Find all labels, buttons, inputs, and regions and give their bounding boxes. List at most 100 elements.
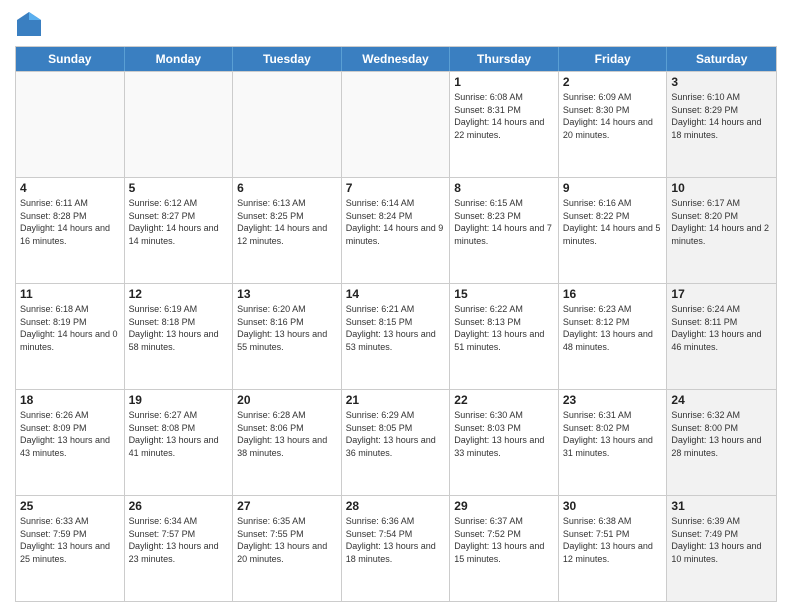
- day-number: 20: [237, 393, 337, 407]
- cal-header-tuesday: Tuesday: [233, 47, 342, 71]
- day-number: 21: [346, 393, 446, 407]
- cal-cell-empty-0-1: [125, 72, 234, 177]
- cal-cell-23: 23 Sunrise: 6:31 AMSunset: 8:02 PMDayligh…: [559, 390, 668, 495]
- day-number: 25: [20, 499, 120, 513]
- day-number: 9: [563, 181, 663, 195]
- cal-cell-1: 1 Sunrise: 6:08 AMSunset: 8:31 PMDaylight…: [450, 72, 559, 177]
- day-info: Sunrise: 6:20 AMSunset: 8:16 PMDaylight:…: [237, 303, 337, 353]
- day-info: Sunrise: 6:36 AMSunset: 7:54 PMDaylight:…: [346, 515, 446, 565]
- cal-row-1: 4 Sunrise: 6:11 AMSunset: 8:28 PMDaylight…: [16, 177, 776, 283]
- day-info: Sunrise: 6:29 AMSunset: 8:05 PMDaylight:…: [346, 409, 446, 459]
- day-number: 23: [563, 393, 663, 407]
- day-info: Sunrise: 6:17 AMSunset: 8:20 PMDaylight:…: [671, 197, 772, 247]
- calendar: SundayMondayTuesdayWednesdayThursdayFrid…: [15, 46, 777, 602]
- day-info: Sunrise: 6:27 AMSunset: 8:08 PMDaylight:…: [129, 409, 229, 459]
- day-number: 27: [237, 499, 337, 513]
- cal-cell-7: 7 Sunrise: 6:14 AMSunset: 8:24 PMDaylight…: [342, 178, 451, 283]
- cal-cell-4: 4 Sunrise: 6:11 AMSunset: 8:28 PMDaylight…: [16, 178, 125, 283]
- cal-cell-26: 26Sunrise: 6:34 AMSunset: 7:57 PMDayligh…: [125, 496, 234, 601]
- day-number: 31: [671, 499, 772, 513]
- day-info: Sunrise: 6:08 AMSunset: 8:31 PMDaylight:…: [454, 91, 554, 141]
- day-info: Sunrise: 6:12 AMSunset: 8:27 PMDaylight:…: [129, 197, 229, 247]
- day-info: Sunrise: 6:31 AMSunset: 8:02 PMDaylight:…: [563, 409, 663, 459]
- cal-cell-2: 2 Sunrise: 6:09 AMSunset: 8:30 PMDaylight…: [559, 72, 668, 177]
- day-number: 15: [454, 287, 554, 301]
- logo: [15, 10, 47, 38]
- cal-cell-3: 3Sunrise: 6:10 AMSunset: 8:29 PMDaylight…: [667, 72, 776, 177]
- day-info: Sunrise: 6:16 AMSunset: 8:22 PMDaylight:…: [563, 197, 663, 247]
- day-info: Sunrise: 6:19 AMSunset: 8:18 PMDaylight:…: [129, 303, 229, 353]
- cal-cell-29: 29 Sunrise: 6:37 AMSunset: 7:52 PMDayligh…: [450, 496, 559, 601]
- day-info: Sunrise: 6:35 AMSunset: 7:55 PMDaylight:…: [237, 515, 337, 565]
- cal-cell-20: 20Sunrise: 6:28 AMSunset: 8:06 PMDayligh…: [233, 390, 342, 495]
- day-number: 6: [237, 181, 337, 195]
- cal-cell-27: 27 Sunrise: 6:35 AMSunset: 7:55 PMDayligh…: [233, 496, 342, 601]
- day-number: 5: [129, 181, 229, 195]
- cal-cell-21: 21 Sunrise: 6:29 AMSunset: 8:05 PMDayligh…: [342, 390, 451, 495]
- day-number: 1: [454, 75, 554, 89]
- day-info: Sunrise: 6:24 AMSunset: 8:11 PMDaylight:…: [671, 303, 772, 353]
- calendar-header: SundayMondayTuesdayWednesdayThursdayFrid…: [16, 47, 776, 71]
- day-info: Sunrise: 6:13 AMSunset: 8:25 PMDaylight:…: [237, 197, 337, 247]
- logo-icon: [15, 10, 43, 38]
- cal-cell-30: 30 Sunrise: 6:38 AMSunset: 7:51 PMDayligh…: [559, 496, 668, 601]
- day-info: Sunrise: 6:39 AMSunset: 7:49 PMDaylight:…: [671, 515, 772, 565]
- day-number: 7: [346, 181, 446, 195]
- cal-row-3: 18Sunrise: 6:26 AMSunset: 8:09 PMDayligh…: [16, 389, 776, 495]
- page: SundayMondayTuesdayWednesdayThursdayFrid…: [0, 0, 792, 612]
- cal-header-wednesday: Wednesday: [342, 47, 451, 71]
- cal-cell-empty-0-0: [16, 72, 125, 177]
- cal-cell-8: 8Sunrise: 6:15 AMSunset: 8:23 PMDaylight…: [450, 178, 559, 283]
- day-number: 13: [237, 287, 337, 301]
- cal-cell-24: 24 Sunrise: 6:32 AMSunset: 8:00 PMDayligh…: [667, 390, 776, 495]
- calendar-body: 1 Sunrise: 6:08 AMSunset: 8:31 PMDaylight…: [16, 71, 776, 601]
- day-number: 30: [563, 499, 663, 513]
- day-info: Sunrise: 6:32 AMSunset: 8:00 PMDaylight:…: [671, 409, 772, 459]
- cal-cell-5: 5 Sunrise: 6:12 AMSunset: 8:27 PMDaylight…: [125, 178, 234, 283]
- day-info: Sunrise: 6:14 AMSunset: 8:24 PMDaylight:…: [346, 197, 446, 247]
- day-info: Sunrise: 6:11 AMSunset: 8:28 PMDaylight:…: [20, 197, 120, 247]
- cal-cell-16: 16 Sunrise: 6:23 AMSunset: 8:12 PMDayligh…: [559, 284, 668, 389]
- cal-cell-9: 9 Sunrise: 6:16 AMSunset: 8:22 PMDaylight…: [559, 178, 668, 283]
- cal-cell-6: 6 Sunrise: 6:13 AMSunset: 8:25 PMDaylight…: [233, 178, 342, 283]
- cal-cell-22: 22Sunrise: 6:30 AMSunset: 8:03 PMDayligh…: [450, 390, 559, 495]
- cal-cell-14: 14 Sunrise: 6:21 AMSunset: 8:15 PMDayligh…: [342, 284, 451, 389]
- day-info: Sunrise: 6:33 AMSunset: 7:59 PMDaylight:…: [20, 515, 120, 565]
- cal-row-0: 1 Sunrise: 6:08 AMSunset: 8:31 PMDaylight…: [16, 71, 776, 177]
- cal-cell-11: 11Sunrise: 6:18 AMSunset: 8:19 PMDayligh…: [16, 284, 125, 389]
- cal-cell-17: 17 Sunrise: 6:24 AMSunset: 8:11 PMDayligh…: [667, 284, 776, 389]
- day-number: 24: [671, 393, 772, 407]
- day-info: Sunrise: 6:38 AMSunset: 7:51 PMDaylight:…: [563, 515, 663, 565]
- day-number: 17: [671, 287, 772, 301]
- day-number: 10: [671, 181, 772, 195]
- header: [15, 10, 777, 38]
- cal-cell-empty-0-2: [233, 72, 342, 177]
- cal-cell-12: 12 Sunrise: 6:19 AMSunset: 8:18 PMDayligh…: [125, 284, 234, 389]
- cal-header-saturday: Saturday: [667, 47, 776, 71]
- day-number: 4: [20, 181, 120, 195]
- day-number: 16: [563, 287, 663, 301]
- cal-cell-31: 31 Sunrise: 6:39 AMSunset: 7:49 PMDayligh…: [667, 496, 776, 601]
- day-info: Sunrise: 6:22 AMSunset: 8:13 PMDaylight:…: [454, 303, 554, 353]
- day-number: 29: [454, 499, 554, 513]
- day-info: Sunrise: 6:26 AMSunset: 8:09 PMDaylight:…: [20, 409, 120, 459]
- day-number: 2: [563, 75, 663, 89]
- day-number: 8: [454, 181, 554, 195]
- day-number: 3: [671, 75, 772, 89]
- day-number: 12: [129, 287, 229, 301]
- day-info: Sunrise: 6:37 AMSunset: 7:52 PMDaylight:…: [454, 515, 554, 565]
- day-number: 26: [129, 499, 229, 513]
- day-info: Sunrise: 6:30 AMSunset: 8:03 PMDaylight:…: [454, 409, 554, 459]
- cal-cell-13: 13 Sunrise: 6:20 AMSunset: 8:16 PMDayligh…: [233, 284, 342, 389]
- cal-header-thursday: Thursday: [450, 47, 559, 71]
- cal-header-monday: Monday: [125, 47, 234, 71]
- day-info: Sunrise: 6:18 AMSunset: 8:19 PMDaylight:…: [20, 303, 120, 353]
- day-info: Sunrise: 6:09 AMSunset: 8:30 PMDaylight:…: [563, 91, 663, 141]
- day-info: Sunrise: 6:23 AMSunset: 8:12 PMDaylight:…: [563, 303, 663, 353]
- day-number: 28: [346, 499, 446, 513]
- day-info: Sunrise: 6:21 AMSunset: 8:15 PMDaylight:…: [346, 303, 446, 353]
- cal-cell-empty-0-3: [342, 72, 451, 177]
- day-number: 14: [346, 287, 446, 301]
- cal-header-friday: Friday: [559, 47, 668, 71]
- cal-cell-19: 19Sunrise: 6:27 AMSunset: 8:08 PMDayligh…: [125, 390, 234, 495]
